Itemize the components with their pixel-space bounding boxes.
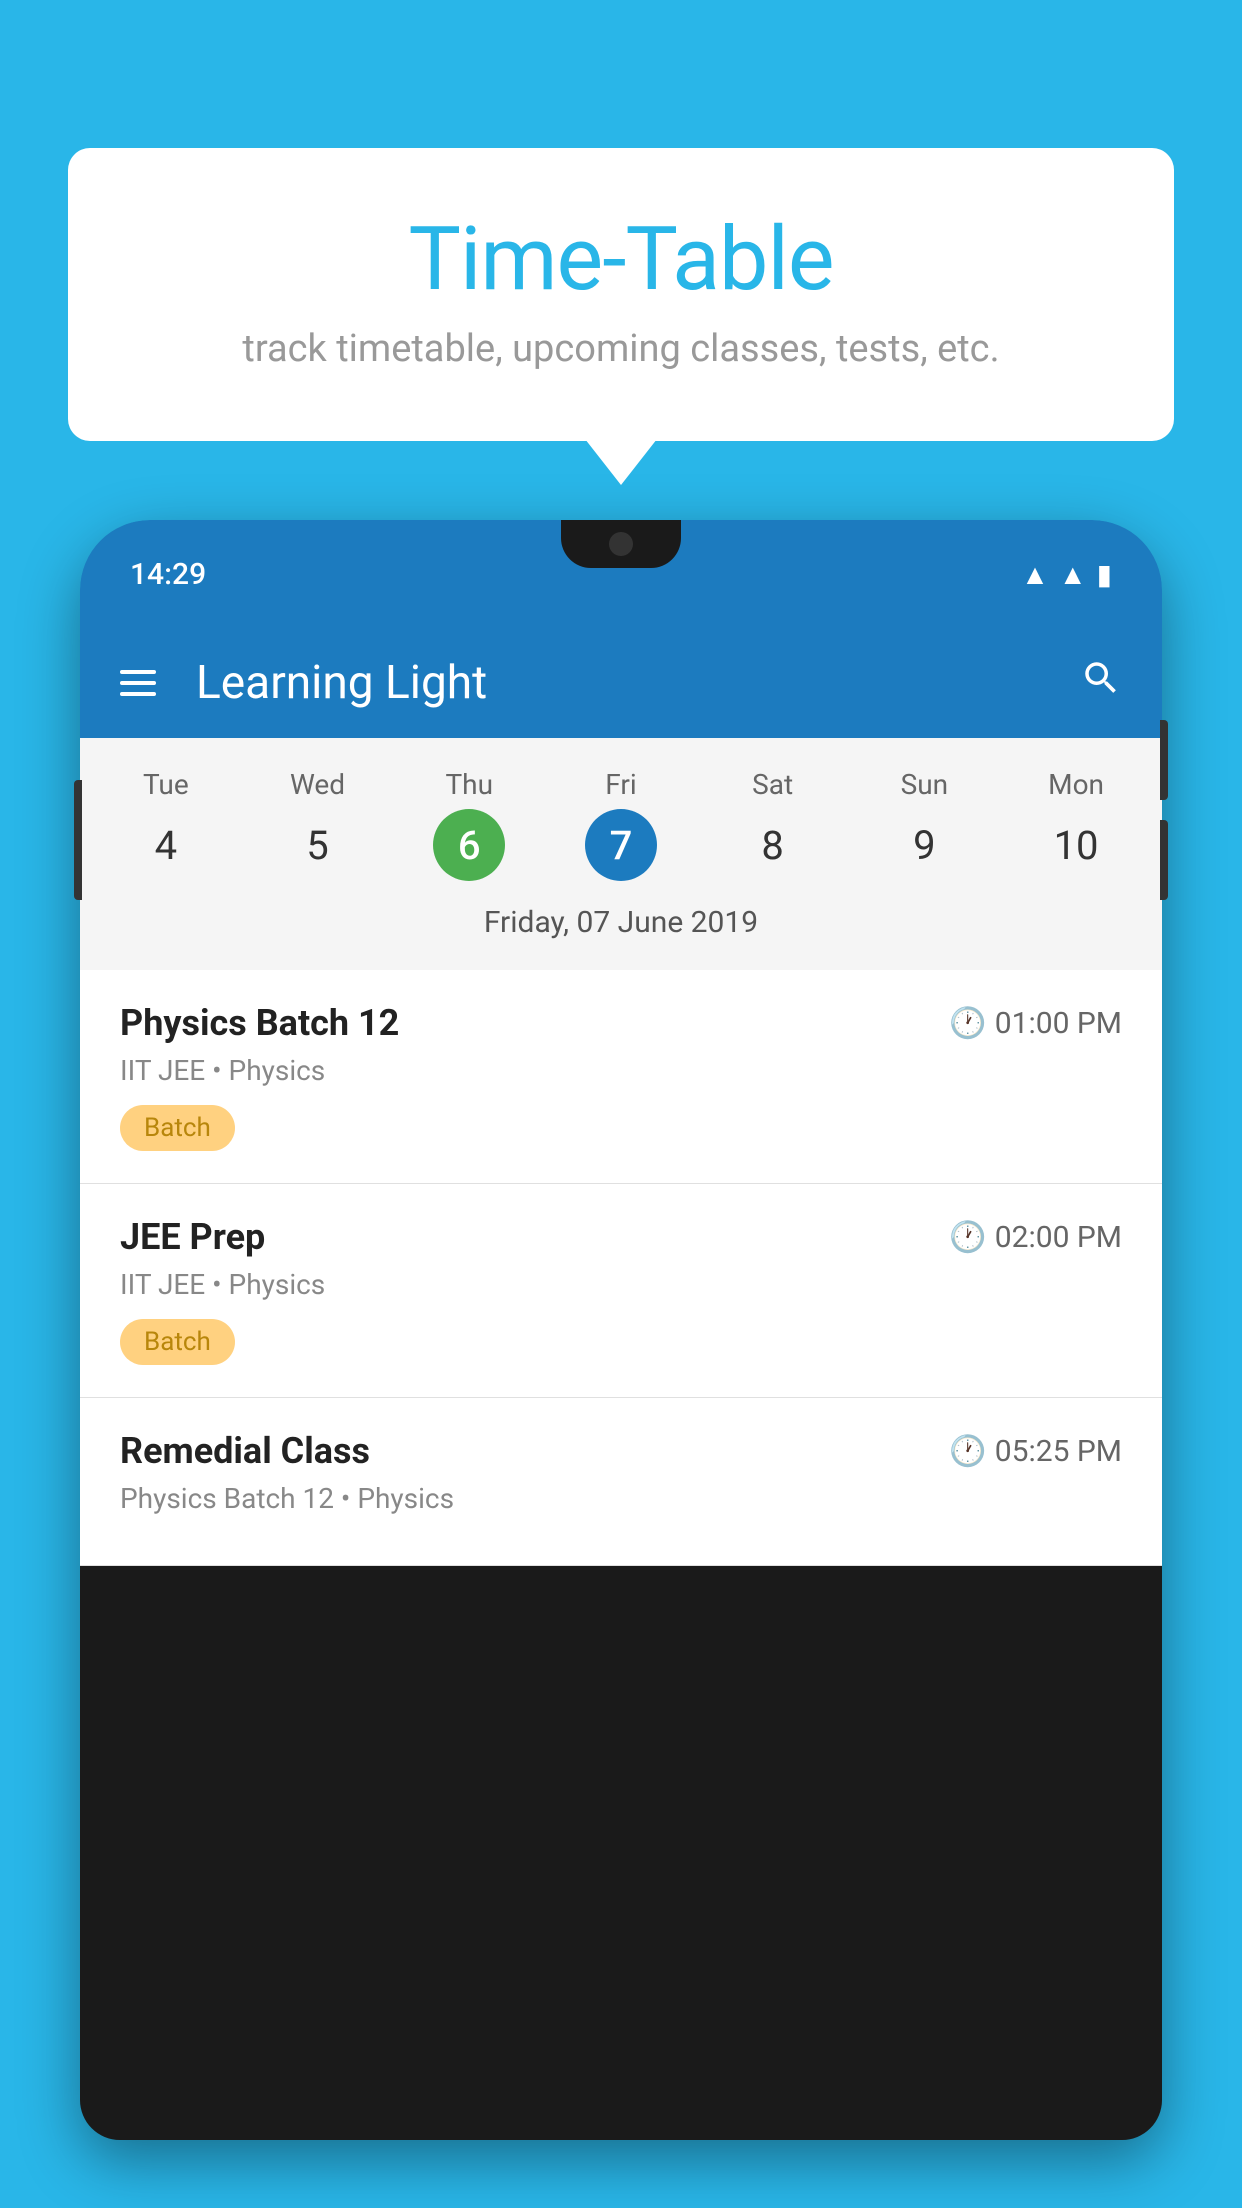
clock-icon: 🕐 [949,1434,986,1469]
schedule-item-0[interactable]: Physics Batch 12 🕐 01:00 PM IIT JEE • Phys… [80,970,1162,1184]
schedule-time: 🕐 02:00 PM [949,1220,1122,1255]
app-title: Learning Light [196,656,1050,710]
search-button[interactable] [1080,657,1122,710]
day-name: Mon [1048,768,1104,801]
wifi-icon: ▲ [1021,558,1049,591]
day-number: 6 [433,809,505,881]
signal-icon: ▲ [1059,558,1087,591]
schedule-subtitle: IIT JEE • Physics [120,1054,1122,1087]
day-col-sat[interactable]: Sat 8 [697,768,849,881]
day-name: Fri [605,768,636,801]
bubble-title: Time-Table [148,208,1094,311]
calendar-section: Tue 4 Wed 5 Thu 6 Fri 7 Sat 8 Sun 9 Mon 10 Friday, 07… [80,738,1162,970]
day-col-tue[interactable]: Tue 4 [90,768,242,881]
day-number: 7 [585,809,657,881]
day-col-wed[interactable]: Wed 5 [242,768,394,881]
day-name: Sat [752,768,793,801]
day-name: Thu [445,768,493,801]
selected-date-label: Friday, 07 June 2019 [90,891,1152,960]
day-number: 5 [282,809,354,881]
schedule-subtitle: IIT JEE • Physics [120,1268,1122,1301]
clock-icon: 🕐 [949,1220,986,1255]
schedule-time: 🕐 05:25 PM [949,1434,1122,1469]
day-number: 8 [737,809,809,881]
schedule-item-1[interactable]: JEE Prep 🕐 02:00 PM IIT JEE • Physics Batch [80,1184,1162,1398]
clock-icon: 🕐 [949,1006,986,1041]
bubble-subtitle: track timetable, upcoming classes, tests… [148,327,1094,371]
day-col-thu[interactable]: Thu 6 [393,768,545,881]
volume-down-button [1160,820,1168,900]
schedule-title: JEE Prep [120,1216,265,1258]
schedule-title: Remedial Class [120,1430,370,1472]
day-col-fri[interactable]: Fri 7 [545,768,697,881]
day-number: 4 [130,809,202,881]
schedule-title: Physics Batch 12 [120,1002,399,1044]
speech-bubble: Time-Table track timetable, upcoming cla… [68,148,1174,441]
day-number: 9 [888,809,960,881]
day-name: Wed [290,768,345,801]
power-button [74,780,82,900]
day-col-sun[interactable]: Sun 9 [849,768,1001,881]
day-name: Sun [901,768,949,801]
batch-badge: Batch [120,1319,235,1365]
schedule-time: 🕐 01:00 PM [949,1006,1122,1041]
battery-icon: ▮ [1097,558,1112,591]
phone-notch [561,520,681,568]
schedule-item-header: Remedial Class 🕐 05:25 PM [120,1430,1122,1472]
schedule-item-header: JEE Prep 🕐 02:00 PM [120,1216,1122,1258]
phone-frame: 14:29 ▲ ▲ ▮ Learning Light [80,520,1162,2140]
schedule-subtitle: Physics Batch 12 • Physics [120,1482,1122,1515]
camera [609,532,633,556]
app-bar: Learning Light [80,628,1162,738]
phone-screen: 14:29 ▲ ▲ ▮ Learning Light [80,520,1162,2140]
schedule-item-2[interactable]: Remedial Class 🕐 05:25 PM Physics Batch 12… [80,1398,1162,1566]
day-name: Tue [143,768,189,801]
schedule-item-header: Physics Batch 12 🕐 01:00 PM [120,1002,1122,1044]
status-icons: ▲ ▲ ▮ [1021,558,1112,591]
day-number: 10 [1040,809,1112,881]
status-bar: 14:29 ▲ ▲ ▮ [80,520,1162,628]
phone-container: 14:29 ▲ ▲ ▮ Learning Light [80,520,1162,2208]
day-col-mon[interactable]: Mon 10 [1000,768,1152,881]
volume-up-button [1160,720,1168,800]
schedule-list: Physics Batch 12 🕐 01:00 PM IIT JEE • Phys… [80,970,1162,1566]
speech-bubble-container: Time-Table track timetable, upcoming cla… [68,148,1174,441]
batch-badge: Batch [120,1105,235,1151]
week-days: Tue 4 Wed 5 Thu 6 Fri 7 Sat 8 Sun 9 Mon 10 [90,758,1152,891]
status-time: 14:29 [130,557,206,592]
menu-button[interactable] [120,670,156,696]
